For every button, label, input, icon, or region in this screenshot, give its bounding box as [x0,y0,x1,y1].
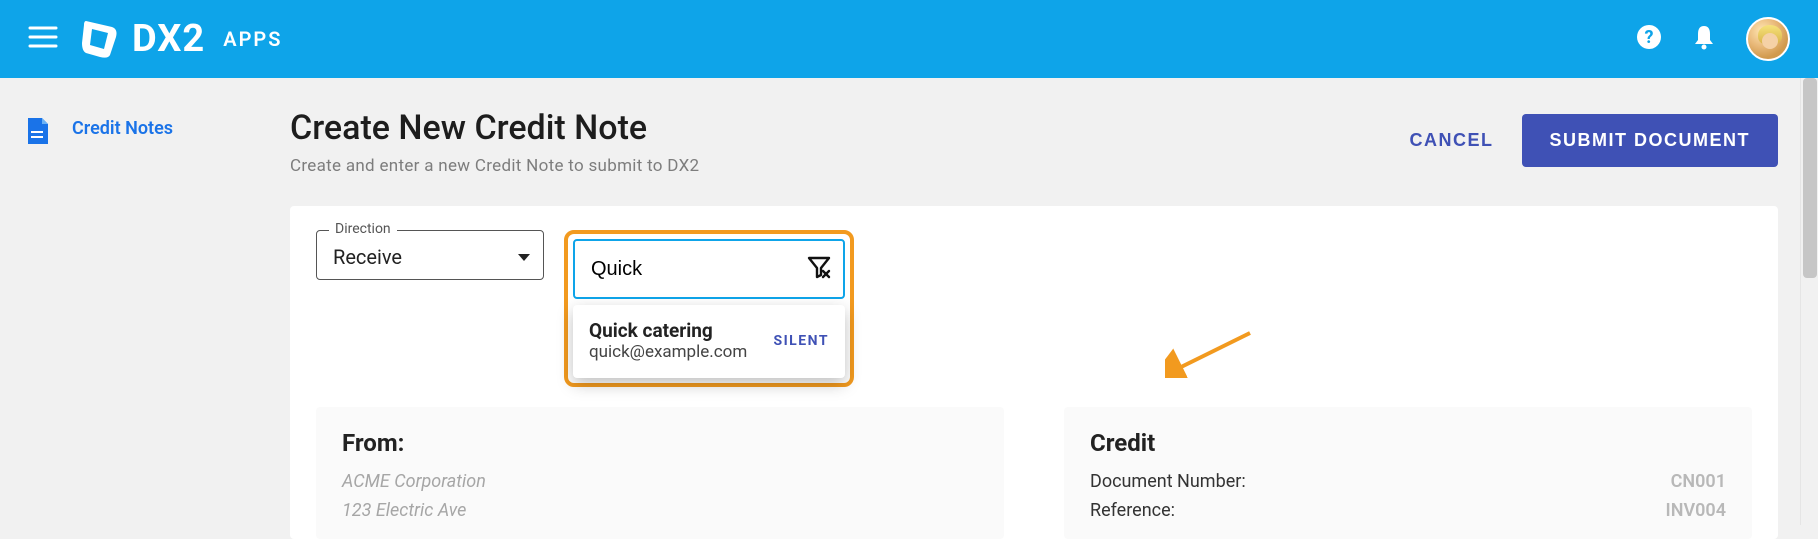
notifications-bell-icon[interactable] [1692,24,1716,54]
credit-title: Credit [1090,429,1726,457]
credit-panel: Credit Document Number: CN001 Reference:… [1064,407,1752,539]
brand-block: DX2 APPS [82,17,282,61]
direction-label: Direction [329,221,397,237]
from-company: ACME Corporation [342,471,486,492]
top-bar: DX2 APPS ? [0,0,1818,78]
suggestion-name: Quick catering [589,319,747,342]
credit-row-docnum: Document Number: CN001 [1090,471,1726,492]
hamburger-menu-icon[interactable] [28,25,58,53]
credit-notes-icon [26,118,50,148]
credit-value-docnum: CN001 [1671,471,1726,492]
credit-notes-link[interactable]: Credit Notes [72,118,173,139]
page-title: Create New Credit Note [290,108,1410,148]
chevron-down-icon[interactable] [517,248,531,267]
form-card: Direction Receive [290,206,1778,539]
credit-row-reference: Reference: INV004 [1090,500,1726,521]
cancel-button[interactable]: CANCEL [1410,130,1494,151]
credit-value-reference: INV004 [1666,500,1726,521]
brand-subtitle: APPS [223,27,282,51]
suggestion-badge: SILENT [773,333,829,349]
submit-document-button[interactable]: SUBMIT DOCUMENT [1522,114,1779,167]
clear-filter-icon[interactable] [807,255,831,283]
side-column: Credit Notes [0,108,290,525]
main-column: Create New Credit Note Create and enter … [290,108,1818,525]
from-panel: From: ACME Corporation 123 Electric Ave [316,407,1004,539]
info-row: From: ACME Corporation 123 Electric Ave … [316,407,1752,539]
page-body: Credit Notes Create New Credit Note Crea… [0,78,1818,525]
page-subtitle: Create and enter a new Credit Note to su… [290,156,1410,176]
direction-value: Receive [333,245,402,269]
heading-actions: CANCEL SUBMIT DOCUMENT [1410,114,1779,167]
from-address1: 123 Electric Ave [342,500,466,521]
brand-logo-icon [82,19,118,59]
vertical-scrollbar[interactable] [1800,78,1818,525]
partner-suggestion-item[interactable]: Quick catering quick@example.com SILENT [573,305,845,378]
brand-name: DX2 [132,17,205,61]
topbar-actions: ? [1636,17,1790,61]
suggestion-email: quick@example.com [589,342,747,362]
from-title: From: [342,429,978,457]
scrollbar-thumb[interactable] [1803,78,1817,278]
svg-text:?: ? [1645,27,1654,48]
direction-select[interactable]: Direction Receive [316,230,544,280]
credit-label-reference: Reference: [1090,500,1175,521]
help-icon[interactable]: ? [1636,24,1662,54]
partner-search-input[interactable] [591,258,781,281]
partner-search-field[interactable] [573,239,845,299]
partner-search-highlight: Quick catering quick@example.com SILENT [564,230,854,387]
user-avatar[interactable] [1746,17,1790,61]
heading-row: Create New Credit Note Create and enter … [290,108,1778,176]
credit-label-docnum: Document Number: [1090,471,1246,492]
